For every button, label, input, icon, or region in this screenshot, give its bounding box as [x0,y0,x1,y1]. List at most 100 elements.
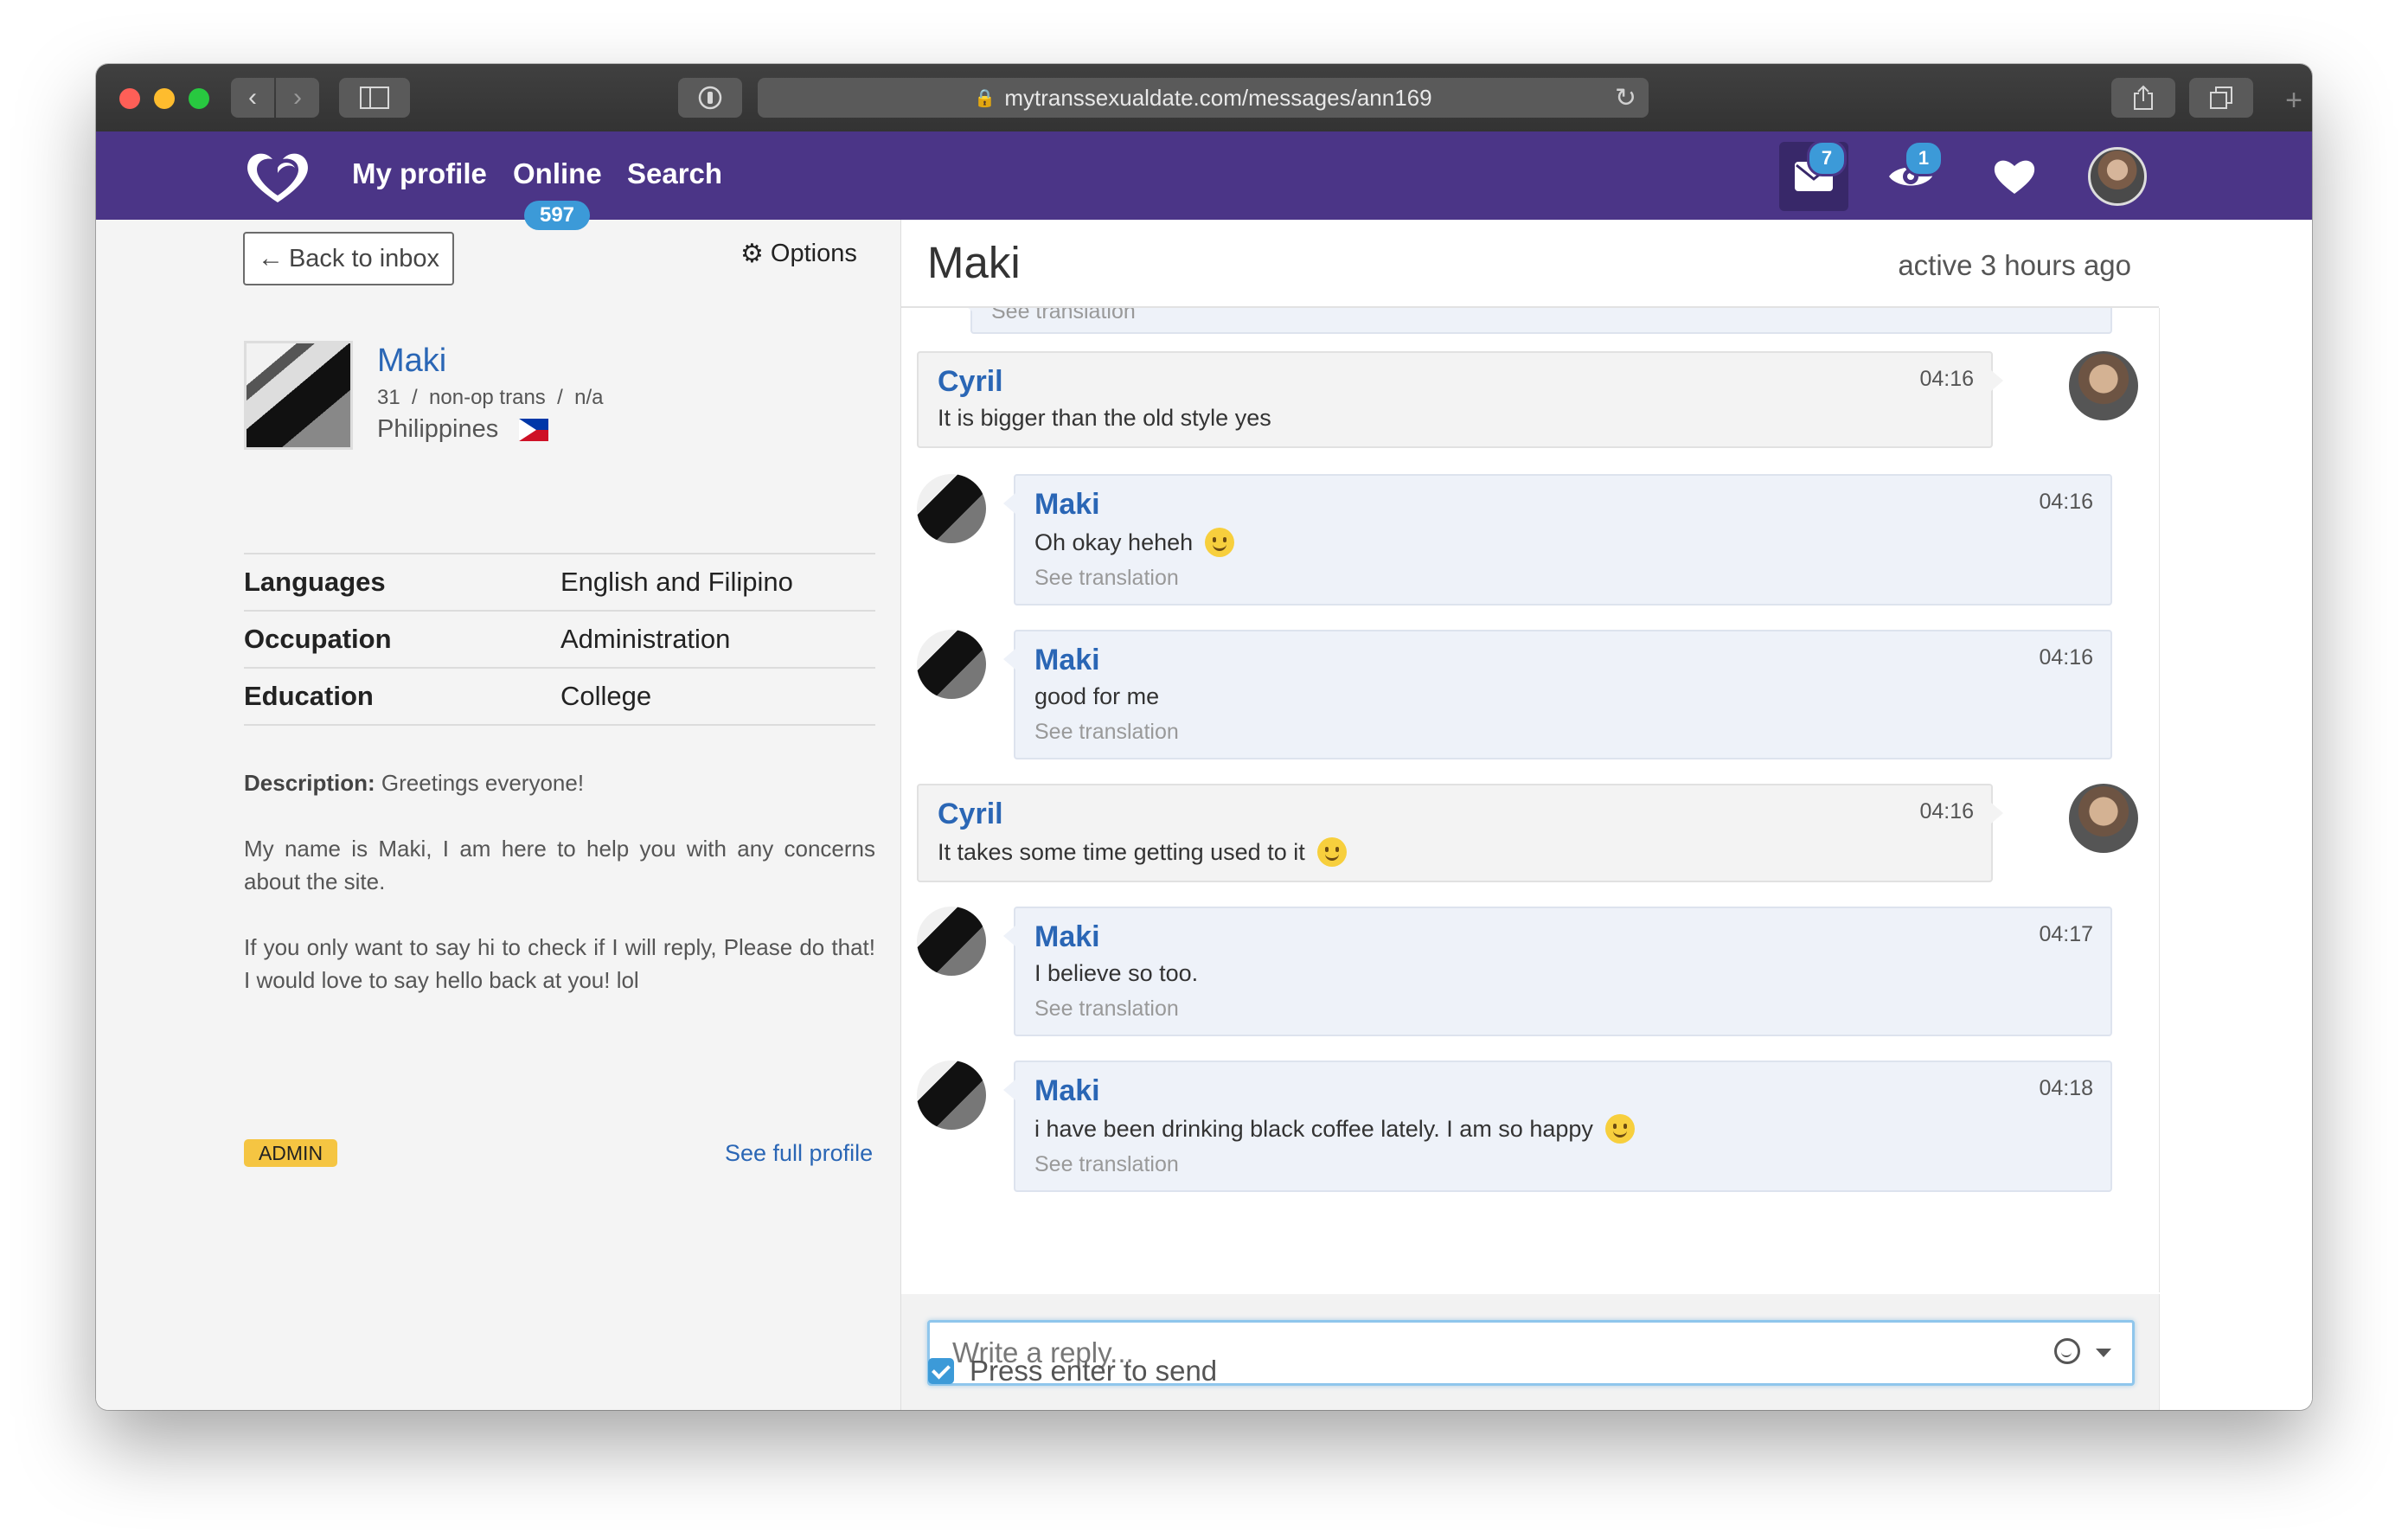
detail-row-occupation: Occupation Administration [244,610,875,667]
gear-icon: ⚙ [740,240,764,268]
see-translation-link[interactable]: See translation [1034,720,1179,745]
message-sender[interactable]: Maki [1034,920,1100,954]
visitors-count-badge: 1 [1904,140,1944,176]
profile-photo[interactable] [244,341,353,450]
options-label: Options [770,240,857,267]
detail-key: Education [244,681,374,711]
site-navbar: My profile Online Search 7 1 [96,131,2312,220]
smiley-emoji-icon [1316,837,1347,867]
message-sender[interactable]: Maki [1034,644,1100,677]
message-sender[interactable]: Maki [1034,488,1100,522]
detail-key: Languages [244,567,386,597]
browser-window: ‹ › 🔒 mytranssexualdate.com/messages/ann… [96,64,2312,1410]
sender-avatar[interactable] [917,630,986,699]
last-active-status: active 3 hours ago [1898,249,2131,281]
message-sender[interactable]: Cyril [938,798,1003,831]
reply-panel [901,1294,2160,1410]
message-text: i have been drinking black coffee lately… [1034,1114,1635,1144]
messages-count-badge: 7 [1807,140,1847,176]
profile-details-table: Languages English and Filipino Occupatio… [244,553,875,726]
message-time: 04:17 [2039,922,2093,946]
description-first: Greetings everyone! [381,770,585,796]
address-bar[interactable]: 🔒 mytranssexualdate.com/messages/ann169 … [758,78,1649,118]
press-enter-label: Press enter to send [970,1355,1218,1387]
privacy-report-icon[interactable] [678,78,742,118]
chevron-down-icon[interactable] [2096,1349,2111,1357]
message-sender[interactable]: Maki [1034,1074,1100,1108]
right-gutter [2160,220,2312,1410]
message-sender[interactable]: Cyril [938,365,1003,399]
site-logo-icon[interactable] [243,149,312,206]
admin-badge: ADMIN [244,1139,337,1167]
sender-avatar[interactable] [917,474,986,543]
favorites-button[interactable] [1980,142,2049,211]
see-translation-link[interactable]: See translation [1034,996,1179,1022]
message-text: Oh okay heheh [1034,528,1235,557]
nav-online[interactable]: Online [513,157,602,190]
sender-avatar[interactable] [2069,784,2138,853]
nav-search[interactable]: Search [627,157,722,190]
country-name: Philippines [377,415,499,443]
message-thread[interactable]: See translation Cyril 04:16 It is bigger… [901,308,2160,1292]
profile-meta: 31 / non-op trans / n/a [377,386,604,409]
detail-key: Occupation [244,624,392,654]
message-text: good for me [1034,683,1160,709]
message-time: 04:18 [2039,1076,2093,1100]
url-text: mytranssexualdate.com/messages/ann169 [1004,84,1432,111]
back-to-inbox-label: Back to inbox [288,244,440,272]
tab-overview-icon[interactable] [2189,78,2253,118]
see-translation-link[interactable]: See translation [1034,566,1179,591]
description-label: Description: [244,770,375,796]
message-text: It is bigger than the old style yes [938,405,1271,431]
forward-arrow-icon[interactable]: › [276,78,319,118]
user-avatar [2088,147,2147,206]
back-arrow-icon[interactable]: ‹ [231,78,274,118]
sender-avatar[interactable] [917,1061,986,1130]
sender-avatar[interactable] [2069,351,2138,420]
detail-row-languages: Languages English and Filipino [244,553,875,610]
description-paragraph: If you only want to say hi to check if I… [244,934,875,993]
see-translation-link[interactable]: See translation [1034,1152,1179,1177]
lock-icon: 🔒 [974,88,996,108]
press-enter-checkbox[interactable] [928,1358,954,1384]
online-count-badge: 597 [524,201,590,230]
heart-icon [1994,160,2035,194]
emoji-picker-icon[interactable] [2054,1338,2080,1364]
sender-avatar[interactable] [917,907,986,976]
profile-country: Philippines [377,415,549,444]
visitors-button[interactable]: 1 [1876,140,1945,211]
maximize-window-button[interactable] [189,88,209,109]
message-text: I believe so too. [1034,960,1199,986]
arrow-left-icon: ← [257,244,284,272]
smiley-emoji-icon [1205,528,1235,557]
message-time: 04:16 [2039,490,2093,514]
chat-header: Maki active 3 hours ago [901,220,2159,308]
see-translation-link[interactable]: See translation [991,308,1136,324]
detail-value: English and Filipino [560,567,793,597]
message-time: 04:16 [1919,799,1974,823]
description-paragraph: My name is Maki, I am here to help you w… [244,836,875,894]
detail-row-education: Education College [244,667,875,726]
detail-value: College [560,681,652,711]
sidebar-toggle-icon[interactable] [339,78,410,118]
press-enter-option[interactable]: Press enter to send [928,1355,1217,1387]
browser-titlebar: ‹ › 🔒 mytranssexualdate.com/messages/ann… [96,64,2312,132]
account-avatar-button[interactable] [2083,142,2152,211]
messages-button[interactable]: 7 [1779,140,1848,211]
nav-my-profile[interactable]: My profile [352,157,487,190]
profile-description: Description: Greetings everyone! My name… [244,766,875,1029]
detail-value: Administration [560,624,731,654]
see-full-profile-link[interactable]: See full profile [725,1140,873,1167]
close-window-button[interactable] [119,88,140,109]
minimize-window-button[interactable] [154,88,175,109]
chat-partner-name[interactable]: Maki [927,237,1021,288]
profile-name[interactable]: Maki [377,343,446,380]
profile-sidebar: ← Back to inbox ⚙ Options Maki 31 / non-… [96,220,901,1410]
reload-icon[interactable]: ↻ [1615,83,1636,113]
share-icon[interactable] [2111,78,2175,118]
options-button[interactable]: ⚙ Options [740,239,857,269]
message-time: 04:16 [2039,645,2093,670]
new-tab-icon[interactable]: + [2276,81,2312,119]
back-to-inbox-button[interactable]: ← Back to inbox [243,232,454,285]
smiley-emoji-icon [1604,1114,1635,1144]
